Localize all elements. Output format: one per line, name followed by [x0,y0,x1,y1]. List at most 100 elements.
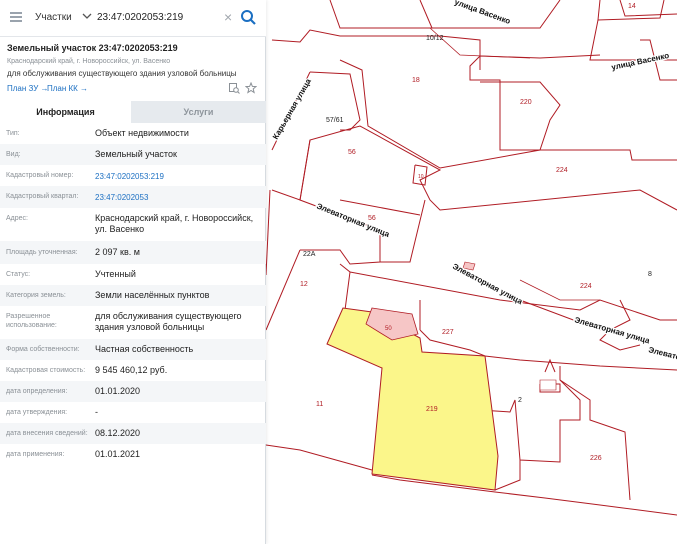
attribute-row: Адрес: Краснодарский край, г. Новороссий… [0,208,266,241]
parcel-number: 219 [426,406,438,413]
parcel-outline[interactable] [559,379,631,501]
attribute-row: Кадастровая стоимость: 9 545 460,12 руб. [0,360,266,381]
parcel-number: 224 [556,167,568,174]
parcel-outline[interactable] [469,54,677,161]
attribute-label: Статус: [6,271,31,278]
attribute-row: Категория земель: Земли населённых пункт… [0,285,266,306]
tab-services[interactable]: Услуги [131,101,266,123]
parcel-number: 224 [580,283,592,290]
parcel-number: 11 [316,401,323,408]
attribute-row: Разрешенное использование: для обслужива… [0,306,266,339]
attribute-label: Кадастровый номер: [6,172,74,179]
attribute-label: Вид: [6,151,21,158]
attribute-label: Разрешенное использование: [6,313,57,329]
parcel-outline[interactable] [329,0,561,29]
parcel-outline[interactable] [339,59,561,169]
small-building[interactable] [539,379,557,391]
attribute-row: дата внесения сведений: 08.12.2020 [0,423,266,444]
search-bar: Участки 23:47:0202053:219 × [0,0,266,37]
attribute-label: Кадастровая стоимость: [6,367,86,374]
menu-icon[interactable] [10,12,22,22]
parcel-outline[interactable] [339,263,351,311]
attribute-row: Вид: Земельный участок [0,144,266,165]
parcel-outline[interactable] [265,249,301,331]
attribute-label: дата внесения сведений: [6,430,88,437]
parcel-number: 220 [520,99,532,106]
search-input[interactable]: 23:47:0202053:219 [97,12,183,23]
parcel-outline[interactable] [271,29,481,70]
parcel-number: 56 [368,215,376,222]
attribute-label: Категория земель: [6,292,66,299]
attribute-value: Краснодарский край, г. Новороссийск, ул.… [95,213,254,234]
zoom-to-parcel-icon[interactable] [228,82,240,94]
cadastral-quarter-link[interactable]: 23:47:0202053 [95,192,263,203]
attribute-value: Земельный участок [95,149,177,159]
info-panel: Участки 23:47:0202053:219 × Земельный уч… [0,0,266,544]
attribute-value: 9 545 460,12 руб. [95,365,168,375]
parcel-outline[interactable] [271,125,677,211]
parcel-outline[interactable] [265,444,373,471]
attribute-value: Частная собственность [95,344,194,354]
attribute-row: дата применения: 01.01.2021 [0,444,266,465]
attribute-label: Кадастровый квартал: [6,193,79,200]
attribute-label: дата применения: [6,451,65,458]
attribute-value: 2 097 кв. м [95,247,140,257]
attribute-row: Площадь уточненная: 2 097 кв. м [0,241,266,264]
search-icon[interactable] [236,5,261,30]
attribute-label: Площадь уточненная: [6,249,78,256]
parcel-number: 57/61 [326,117,344,124]
search-scope-select[interactable]: Участки [35,12,72,23]
street-label: улица Васенко [453,0,511,26]
parcel-number: 2 [518,397,522,404]
street-label: Карьерная улица [271,77,313,141]
attribute-label: Адрес: [6,215,28,222]
star-icon[interactable] [245,82,257,94]
attribute-value: 01.01.2020 [95,386,141,396]
parcel-outline[interactable] [371,474,677,516]
attribute-value: - [95,407,98,417]
parcel-number: 18 [412,77,420,84]
attribute-value: Учтенный [95,269,136,279]
close-icon[interactable]: × [224,10,232,24]
attribute-value: 01.01.2021 [95,449,141,459]
parcel-number: 22А [303,251,316,258]
parcel-outline[interactable] [419,0,433,29]
attribute-label: дата определения: [6,388,68,395]
attribute-value: 08.12.2020 [95,428,141,438]
parcel-number: 226 [590,455,602,462]
parcel-address: Краснодарский край, г. Новороссийск, ул.… [7,58,171,65]
parcel-outline[interactable] [494,460,521,491]
tab-info[interactable]: Информация [0,101,131,123]
parcel-number: 10 [418,174,424,180]
parcel-number: 50 [385,326,392,332]
attribute-row: дата определения: 01.01.2020 [0,381,266,402]
chevron-down-icon[interactable] [82,12,92,20]
parcel-number: 10/12 [426,35,444,42]
cadastral-number-link[interactable]: 23:47:0202053:219 [95,171,263,182]
parcel-outline[interactable] [265,189,271,276]
attribute-row: Кадастровый номер: 23:47:0202053:219 [0,165,266,186]
street-label: Элеваторная улица [573,315,651,345]
attribute-row: дата утверждения: - [0,402,266,423]
plan-zu-link[interactable]: План ЗУ → [7,84,49,93]
parcel-outline[interactable] [299,139,381,265]
attribute-label: Тип: [6,130,20,137]
panel-tabs: Информация Услуги [0,101,266,123]
street-label: улица Васенко [611,51,670,72]
attribute-row: Кадастровый квартал: 23:47:0202053 [0,186,266,208]
attribute-label: дата утверждения: [6,409,68,416]
attribute-row: Форма собственности: Частная собственнос… [0,339,266,360]
plan-kk-link[interactable]: План КК → [47,84,88,93]
parcel-number: 56 [348,149,356,156]
street-label: Элеваторная улица [451,262,524,307]
parcel-outline[interactable] [339,199,421,216]
cadastral-map-app: улица Васенко улица Васенко Карьерная ул… [0,0,677,544]
attribute-value: для обслуживания существующего здания уз… [95,311,242,332]
parcel-number: 12 [300,281,308,288]
parcel-title: Земельный участок 23:47:0202053:219 [7,43,178,53]
attribute-row: Тип: Объект недвижимости [0,123,266,144]
parcel-number: 14 [628,3,636,10]
parcel-purpose: для обслуживания существующего здания уз… [7,69,237,78]
attribute-label: Форма собственности: [6,346,80,353]
attribute-value: Земли населённых пунктов [95,290,210,300]
